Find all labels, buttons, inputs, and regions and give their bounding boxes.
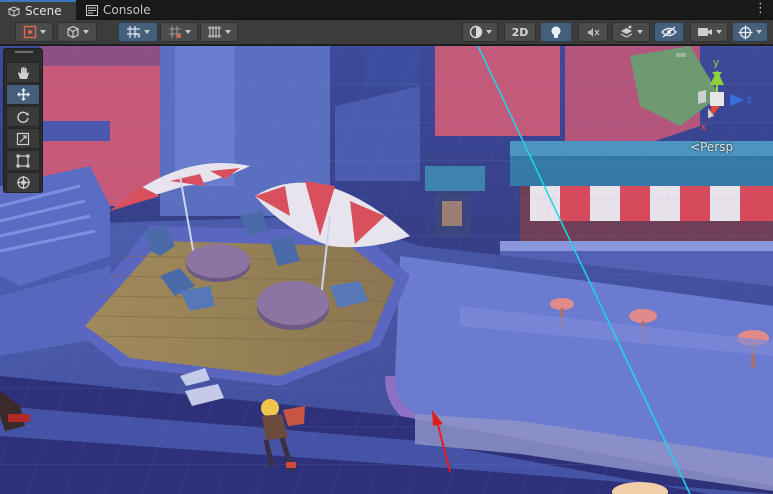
audio-toggle[interactable] [578, 22, 608, 42]
lightbulb-icon [551, 26, 561, 38]
gizmo-z-axis [730, 94, 744, 106]
rotate-icon [17, 111, 29, 123]
rotate-tool-button[interactable] [6, 106, 40, 127]
draw-mode-icon [23, 25, 36, 39]
camera-icon [697, 28, 712, 36]
tab-scene-label: Scene [25, 4, 62, 18]
grid-plane-icon [208, 26, 221, 38]
gizmo-y-label: y [713, 56, 720, 69]
2d-label: 2D [511, 25, 529, 39]
effects-dropdown[interactable] [612, 22, 650, 42]
gizmos-dropdown[interactable] [732, 22, 768, 42]
rect-icon [16, 154, 30, 167]
hand-tool-button[interactable] [6, 62, 40, 83]
persp-chevron-icon: < [690, 140, 701, 154]
tab-console[interactable]: Console [78, 0, 162, 20]
hidden-eye-icon [661, 26, 677, 38]
grid-snap-icon [127, 26, 141, 38]
gizmo-center [710, 92, 724, 106]
gizmos-icon [738, 25, 753, 39]
audio-mute-icon [588, 27, 600, 37]
effects-layers-icon [620, 25, 633, 38]
scene-viewport[interactable] [0, 46, 773, 494]
projection-label: Persp [700, 140, 734, 154]
projection-toggle[interactable]: <Persp [690, 140, 733, 154]
2d-toggle-button[interactable]: 2D [504, 22, 536, 42]
scene-visibility-toggle[interactable] [654, 22, 684, 42]
more-options-icon[interactable]: ⋮ [754, 2, 767, 16]
render-mode-dropdown[interactable] [57, 22, 97, 42]
grid-icon [7, 5, 21, 17]
palette-grip[interactable] [15, 51, 33, 53]
cube-icon [66, 25, 79, 39]
console-icon [86, 4, 98, 16]
gizmo-z-label: z [746, 93, 752, 106]
scene-toolbar: 2D [0, 20, 773, 45]
tab-console-label: Console [103, 3, 151, 17]
shading-mode-dropdown[interactable] [462, 22, 498, 42]
snap-increment-icon [168, 26, 181, 38]
tool-palette [3, 48, 43, 193]
tab-bar: Scene Console ⋮ [0, 0, 773, 20]
shading-sphere-icon [469, 25, 482, 39]
move-icon [16, 88, 30, 101]
gizmo-x-label: x [700, 120, 707, 133]
transform-tool-button[interactable] [6, 172, 40, 193]
camera-settings-dropdown[interactable] [690, 22, 728, 42]
grid-visibility-dropdown[interactable] [200, 22, 238, 42]
grid-snapping-toggle[interactable] [118, 22, 158, 42]
scale-tool-button[interactable] [6, 128, 40, 149]
move-tool-button[interactable] [6, 84, 40, 105]
snap-increment-dropdown[interactable] [160, 22, 198, 42]
scene-render [0, 46, 773, 494]
draw-mode-dropdown[interactable] [15, 22, 53, 42]
tab-scene[interactable]: Scene [0, 0, 76, 20]
hand-icon [18, 66, 29, 79]
transform-icon [16, 176, 30, 189]
scene-lighting-toggle[interactable] [540, 22, 572, 42]
rect-tool-button[interactable] [6, 150, 40, 171]
scale-icon [16, 132, 30, 145]
